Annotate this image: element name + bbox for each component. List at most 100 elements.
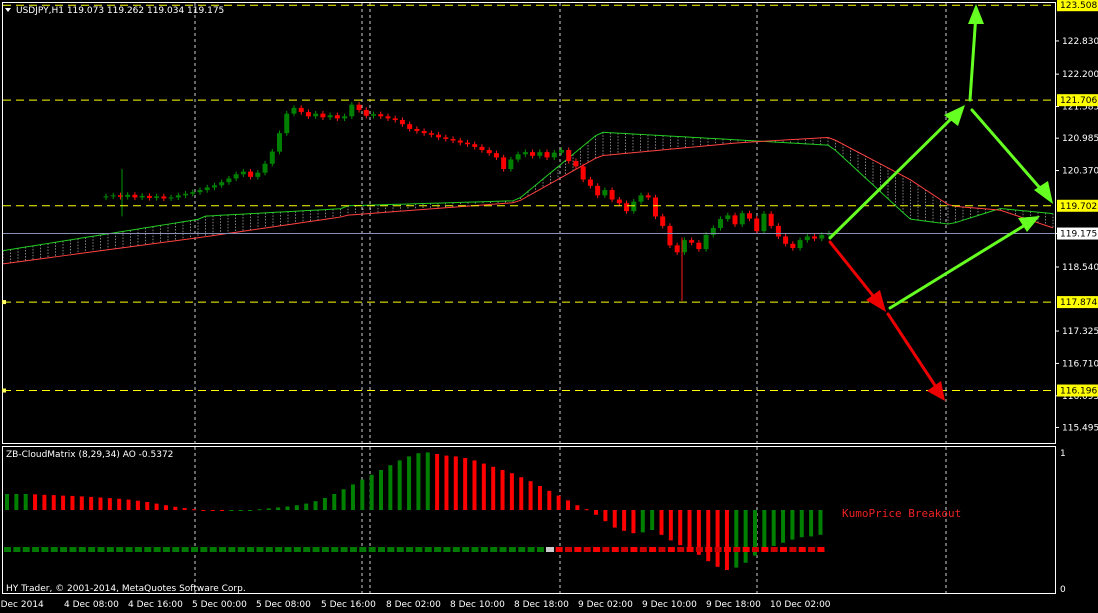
ao-bar xyxy=(687,510,692,550)
ao-bar xyxy=(537,486,542,510)
candle-body xyxy=(103,196,109,198)
ao-bar xyxy=(668,510,673,541)
ao-bar xyxy=(42,494,47,510)
ao-bar xyxy=(51,495,56,510)
candle-body xyxy=(392,118,398,120)
matrix-dot xyxy=(228,547,236,552)
matrix-dot xyxy=(331,547,339,552)
price-tick-label: 120.985 xyxy=(1062,134,1098,144)
candle-body xyxy=(168,197,174,199)
matrix-dot xyxy=(602,547,610,552)
ao-bar xyxy=(173,506,178,510)
time-label: 9 Dec 02:00 xyxy=(578,600,633,610)
matrix-dot xyxy=(293,547,301,552)
candle-body xyxy=(342,116,348,119)
ao-bar xyxy=(781,510,786,543)
matrix-dot xyxy=(97,547,105,552)
ao-bar xyxy=(117,498,122,510)
matrix-dot xyxy=(789,547,797,552)
candle-body xyxy=(761,213,767,232)
ao-bar xyxy=(444,455,449,510)
candle-body xyxy=(631,201,637,212)
time-label: 4 Dec 08:00 xyxy=(64,600,119,610)
candle-body xyxy=(746,213,752,219)
matrix-dot xyxy=(78,547,86,552)
ao-bar xyxy=(397,460,402,510)
svg-text:119.175: 119.175 xyxy=(1060,230,1097,240)
candle-body xyxy=(609,190,615,200)
candle-body xyxy=(595,185,601,196)
candle-body xyxy=(197,190,203,193)
price-tick-label: 115.495 xyxy=(1062,423,1098,433)
matrix-dot xyxy=(424,547,432,552)
matrix-dot xyxy=(686,547,694,552)
candle-body xyxy=(240,171,246,175)
matrix-dot xyxy=(471,547,479,552)
matrix-dot xyxy=(677,547,685,552)
candle-body xyxy=(530,152,536,156)
ao-bar xyxy=(566,500,570,510)
matrix-dot xyxy=(162,547,170,552)
candle-body xyxy=(161,196,167,199)
ao-bar xyxy=(809,510,814,537)
candle-body xyxy=(537,152,543,156)
matrix-dot xyxy=(733,547,741,552)
candle-body xyxy=(154,196,160,198)
candle-body xyxy=(732,215,738,225)
ao-bar xyxy=(192,509,196,511)
time-label: 4 Dec 16:00 xyxy=(128,600,183,610)
candle-body xyxy=(183,193,189,196)
price-tick-label: 118.540 xyxy=(1062,263,1098,273)
current-price-tag: 119.175 xyxy=(1057,227,1098,240)
matrix-dot xyxy=(490,547,498,552)
matrix-dot xyxy=(761,547,769,552)
matrix-dot xyxy=(200,547,208,552)
matrix-dot xyxy=(50,547,58,552)
ao-bar xyxy=(238,510,243,511)
matrix-dot xyxy=(265,547,273,552)
price-tick-label: 117.325 xyxy=(1062,327,1098,337)
ao-bar xyxy=(715,510,720,567)
candle-body xyxy=(566,150,572,162)
matrix-dot xyxy=(321,547,329,552)
ao-bar xyxy=(603,510,608,522)
matrix-dot xyxy=(181,547,189,552)
candle-body xyxy=(110,195,116,197)
matrix-dot xyxy=(125,547,133,552)
matrix-dot xyxy=(69,547,77,552)
ao-bar xyxy=(369,474,374,510)
time-label: 9 Dec 18:00 xyxy=(706,600,761,610)
ao-bar xyxy=(229,510,234,511)
candle-body xyxy=(327,115,333,118)
candle-body xyxy=(298,107,304,113)
mt4-chart-window[interactable]: 122.830122.200121.585120.985120.370119.1… xyxy=(0,0,1098,613)
candle-body xyxy=(812,236,818,239)
candle-body xyxy=(356,104,362,110)
matrix-dot xyxy=(153,547,161,552)
candle-body xyxy=(616,199,622,204)
candle-body xyxy=(768,213,774,226)
candle-body xyxy=(284,113,290,134)
ao-bar xyxy=(631,510,636,534)
time-label: 8 Dec 18:00 xyxy=(514,600,569,610)
matrix-dot xyxy=(247,547,255,552)
matrix-dot xyxy=(209,547,217,552)
matrix-dot xyxy=(480,547,488,552)
ao-bar xyxy=(89,496,94,510)
ao-bar xyxy=(257,509,262,511)
candle-body xyxy=(226,178,232,183)
ao-bar xyxy=(799,510,804,538)
candle-body xyxy=(132,194,138,198)
ao-bar xyxy=(182,508,187,510)
ao-bar xyxy=(407,456,412,510)
candle-body xyxy=(457,140,463,143)
candle-body xyxy=(407,124,413,129)
ao-bar xyxy=(33,494,38,510)
ao-bar xyxy=(416,453,421,510)
matrix-dot xyxy=(32,547,40,552)
candle-body xyxy=(522,152,528,155)
candle-body xyxy=(262,163,268,173)
ao-bar xyxy=(23,494,28,510)
time-label: 5 Dec 00:00 xyxy=(192,600,247,610)
ao-bar xyxy=(98,497,103,510)
